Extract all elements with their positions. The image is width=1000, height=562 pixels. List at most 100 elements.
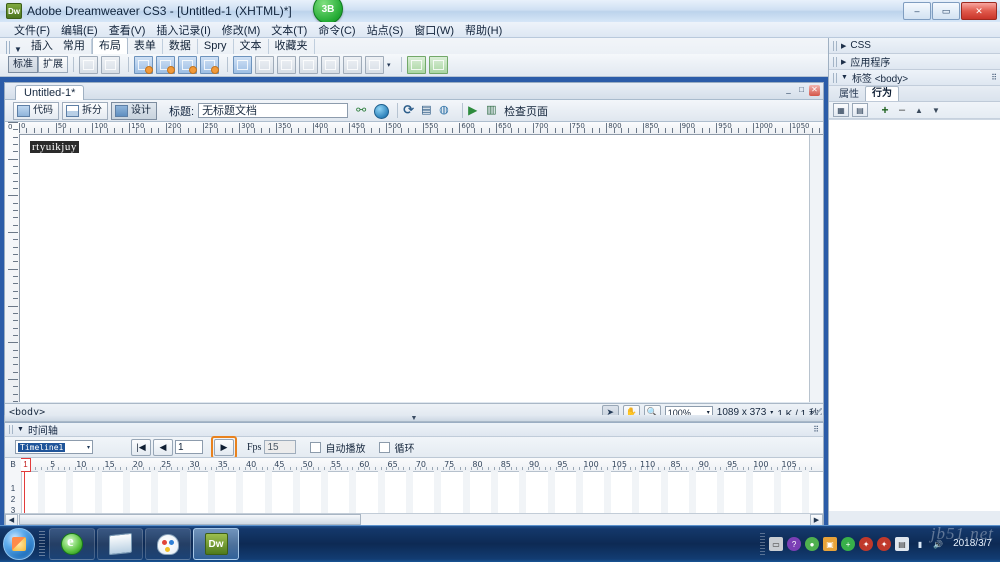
menu-item-help[interactable]: 帮助(H) [465,22,502,38]
spry-collapsible-panel-icon[interactable] [200,55,219,74]
draw-layout-table-icon[interactable] [255,55,274,74]
scrollbar-thumb[interactable] [19,514,361,525]
spry-tabbed-panels-icon[interactable] [156,55,175,74]
panel-options-icon-2[interactable]: ⠿ [991,73,997,82]
drag-grip-icon-5[interactable] [833,72,837,83]
current-frame-input[interactable]: 1 [175,440,203,454]
close-button[interactable]: ✕ [961,2,997,20]
insert-frame-icon[interactable] [343,55,362,74]
panel-section-css[interactable]: ▶ CSS [829,38,1000,54]
insert-table-icon[interactable] [233,55,252,74]
drag-grip-icon[interactable] [6,41,11,54]
tab-common[interactable]: 常用 [57,39,92,54]
design-view-button[interactable]: 设计 [111,101,157,120]
notepad-icon[interactable]: ▤ [895,537,910,551]
horizontal-ruler[interactable]: 0 50 100 150 200 250 300 350 400 450 500 550 600 650 7… [19,122,823,135]
antivirus2-icon[interactable]: ✦ [859,537,874,551]
frameset-dropdown-caret-icon[interactable]: ▾ [387,61,391,69]
tab-data[interactable]: 数据 [163,39,198,54]
minimize-button[interactable]: – [903,2,931,20]
scroll-right-arrow-icon[interactable]: ▶ [810,513,823,525]
draw-layout-cell-icon[interactable] [277,55,296,74]
tab-layout[interactable]: 布局 [91,37,128,54]
behaviors-list-area[interactable] [829,119,1000,511]
timeline-grid[interactable]: B 1 2 3 15101520253035404550556065707580… [5,457,823,525]
scroll-left-arrow-icon[interactable]: ◀ [5,513,18,525]
view-options-icon[interactable]: ▤ [421,103,437,118]
insert-column-right-icon[interactable] [321,55,340,74]
tab-text[interactable]: 文本 [234,39,269,54]
doc-close-button[interactable]: ✕ [809,85,820,96]
iframe-icon[interactable] [406,55,426,74]
network-icon[interactable]: ▮ [913,537,927,551]
doc-minimize-button[interactable]: _ [783,85,794,96]
back-frame-button[interactable]: ◀ [153,438,173,456]
tab-attributes[interactable]: 属性 [833,88,865,101]
help-icon[interactable]: ? [787,537,802,551]
draw-div-tag-icon[interactable] [79,55,98,74]
noframes-icon[interactable] [428,55,448,74]
loop-checkbox[interactable] [379,441,391,453]
design-canvas[interactable]: rtyuikjuy [20,135,823,402]
loop-label[interactable]: 循环 [394,440,414,455]
check-page-icon[interactable]: ▥ [486,103,502,118]
panel-section-application[interactable]: ▶ 应用程序 [829,54,1000,70]
vertical-ruler[interactable]: 0 [5,122,20,402]
collapse-arrow-icon-2[interactable]: ▼ [17,426,24,433]
show-all-events-icon[interactable]: ▤ [852,103,868,117]
expanded-mode-button[interactable]: 扩展 [38,56,68,73]
autoplay-checkbox[interactable] [310,441,322,453]
drag-grip-icon-4[interactable] [833,56,837,67]
maximize-button[interactable]: ▭ [932,2,960,20]
spry-menu-bar-icon[interactable] [134,55,153,74]
tab-favorites[interactable]: 收藏夹 [269,39,315,54]
menu-item-site[interactable]: 站点(S) [367,22,404,38]
menu-item-edit[interactable]: 编辑(E) [61,22,98,38]
validate-markup-icon[interactable]: ▶ [468,103,484,118]
start-orb-icon[interactable] [3,528,35,560]
split-view-button[interactable]: 拆分 [62,101,108,120]
preview-in-browser-icon[interactable] [374,103,390,119]
taskbar-item-paint[interactable] [145,528,191,560]
panel-section-tag-body[interactable]: ▼ 标签 <body> ⠿ [829,70,1000,86]
collapse-arrow-icon[interactable]: ▼ [14,45,22,54]
visual-aids-icon[interactable]: ◍ [439,103,455,118]
selected-text[interactable]: rtyuikjuy [30,141,79,153]
doc-restore-button[interactable]: □ [796,85,807,96]
menu-item-text[interactable]: 文本(T) [271,22,307,38]
insert-div-icon[interactable] [101,55,120,74]
forward-frame-button[interactable]: ▶ [214,438,234,456]
menu-item-commands[interactable]: 命令(C) [318,22,355,38]
tab-forms[interactable]: 表单 [128,39,163,54]
tab-spry[interactable]: Spry [198,39,234,54]
insert-column-left-icon[interactable] [299,55,318,74]
drag-grip-icon-3[interactable] [833,40,837,51]
show-set-events-icon[interactable]: ▦ [833,103,849,117]
check-page-label[interactable]: 检查页面 [504,103,548,119]
antivirus-icon[interactable]: + [841,537,856,551]
page-title-input[interactable]: 无标题文档 [198,103,349,118]
move-down-icon[interactable]: ▼ [929,104,943,116]
safe-remove-icon[interactable]: ▭ [769,537,784,551]
timeline-frame-ruler[interactable]: 1510152025303540455055606570758085909510… [21,458,823,472]
move-up-icon[interactable]: ▲ [912,104,926,116]
refresh-icon[interactable]: ⟳ [403,103,419,118]
remove-behavior-icon[interactable]: – [895,104,909,116]
taskbar-item-internet-explorer[interactable] [49,528,95,560]
panel-splitter[interactable]: ▼ [4,415,824,422]
drag-grip-icon-2[interactable] [9,425,13,434]
taskbar-item-windows-explorer[interactable] [97,528,143,560]
menu-item-window[interactable]: 窗口(W) [414,22,454,38]
rewind-button[interactable]: |◀ [131,438,151,456]
timeline-horizontal-scrollbar[interactable]: ◀ ▶ [5,513,823,525]
antivirus3-icon[interactable]: ✦ [877,537,892,551]
document-tab-untitled-1[interactable]: Untitled-1* [15,85,85,100]
fps-input[interactable]: 15 [264,440,297,454]
standard-mode-button[interactable]: 标准 [8,56,38,73]
code-view-button[interactable]: 代码 [13,101,59,120]
menu-item-insert[interactable]: 插入记录(I) [156,22,210,38]
menu-item-file[interactable]: 文件(F) [14,22,50,38]
canvas-vertical-scrollbar[interactable] [809,135,823,402]
add-behavior-icon[interactable]: + [878,103,892,117]
panel-options-icon[interactable]: ⠿ [813,425,819,434]
